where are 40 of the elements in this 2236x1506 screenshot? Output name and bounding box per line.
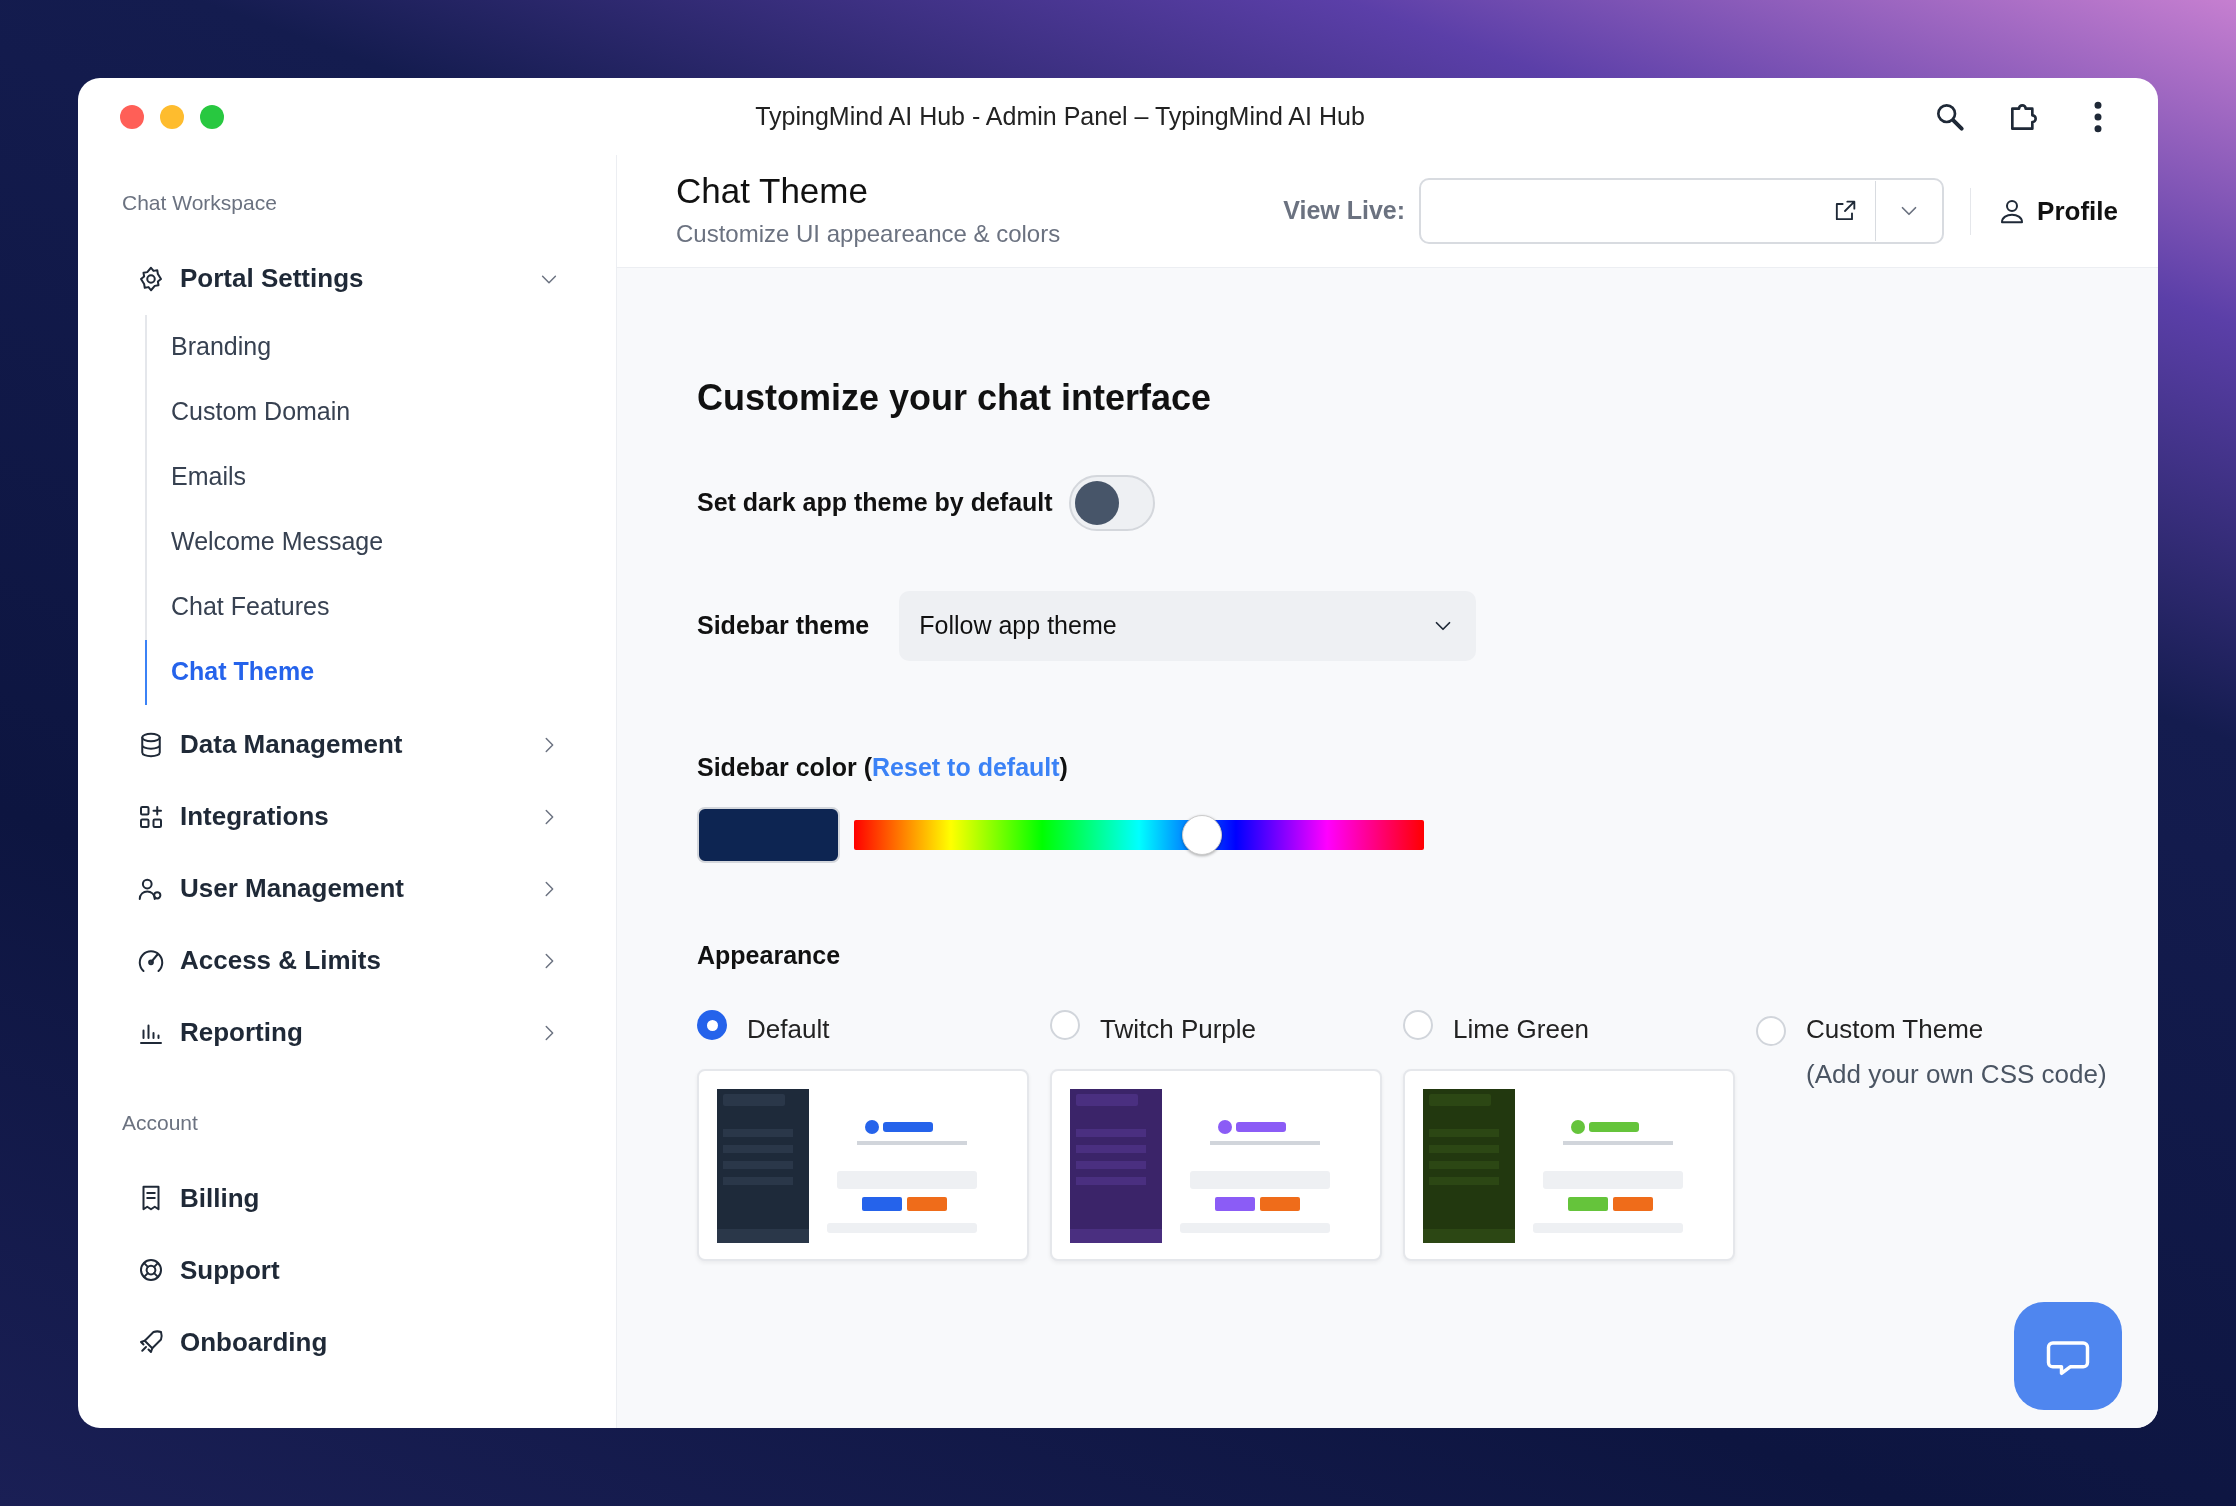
field-label: View Live: xyxy=(1283,195,1406,227)
sidebar-item[interactable]: Reporting xyxy=(122,996,576,1069)
dark-theme-toggle[interactable] xyxy=(1068,475,1155,531)
sidebar-item[interactable]: Integrations xyxy=(122,780,576,853)
profile-button[interactable]: Profile xyxy=(1970,187,2118,235)
chat-support-button[interactable] xyxy=(2014,1302,2122,1410)
sidebar-item[interactable]: Onboarding xyxy=(122,1306,576,1378)
page-title: Chat Theme xyxy=(676,170,869,212)
option-note: (Add your own CSS code) xyxy=(1806,1058,2107,1091)
submenu-item[interactable]: Welcome Message xyxy=(145,509,576,575)
url-select-field[interactable] xyxy=(1419,178,1945,244)
section-heading: Chat Workspace xyxy=(122,190,278,216)
submenu-item[interactable]: Custom Domain xyxy=(145,379,576,445)
submenu-item[interactable]: Chat Features xyxy=(145,574,576,640)
setting-label: Set dark app theme by default xyxy=(697,487,1053,519)
submenu-item[interactable]: Branding xyxy=(145,314,576,380)
sidebar-item[interactable]: Billing xyxy=(122,1162,576,1234)
setting-label: Sidebar color (Reset to default) xyxy=(697,752,1068,783)
submenu-item[interactable]: Chat Theme xyxy=(145,639,576,705)
option-label: Default xyxy=(747,1013,830,1046)
option-label: Twitch Purple xyxy=(1100,1013,1257,1046)
option-label: Custom Theme xyxy=(1806,1013,1985,1046)
section-heading: Customize your chat interface xyxy=(697,376,1213,420)
sidebar-item[interactable]: User Management xyxy=(122,852,576,925)
option-label: Lime Green xyxy=(1453,1013,1589,1046)
page-subtitle: Customize UI appeareance & colors xyxy=(676,219,1062,249)
section-heading: Appearance xyxy=(697,939,842,971)
sidebar-item[interactable]: Support xyxy=(122,1234,576,1306)
window-control-button[interactable] xyxy=(120,104,144,129)
window-title: TypingMind AI Hub - Admin Panel – TypingMind AI Hub xyxy=(754,100,1366,132)
submenu-item[interactable]: Emails xyxy=(145,444,576,510)
section-heading: Account xyxy=(122,1109,199,1136)
sidebar-item[interactable]: Access & Limits xyxy=(122,924,576,997)
sidebar-item[interactable]: Portal Settings xyxy=(122,242,576,315)
slider-thumb[interactable] xyxy=(1181,814,1222,855)
radio-button[interactable] xyxy=(697,1010,727,1040)
sidebar-theme-select[interactable]: Follow app theme xyxy=(899,591,1477,661)
sidebar-item[interactable]: Data Management xyxy=(122,708,576,781)
color-swatch[interactable] xyxy=(697,806,840,863)
setting-label: Sidebar theme xyxy=(697,610,870,642)
